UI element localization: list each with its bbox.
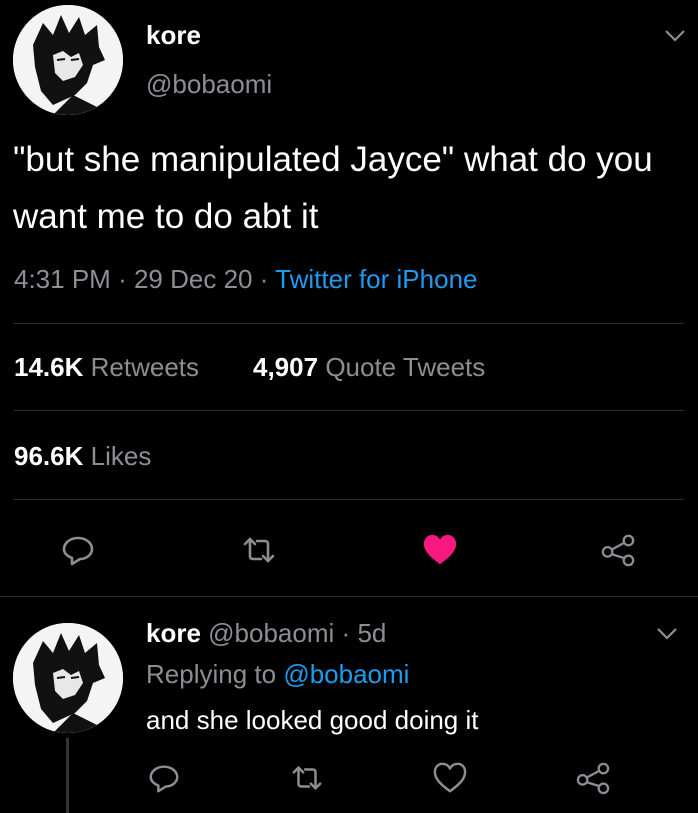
heart-filled-icon[interactable] [422,532,458,568]
tweet-time: 4:31 PM [14,264,111,294]
retweet-icon[interactable] [241,532,277,568]
avatar[interactable] [13,5,123,115]
reply-icon[interactable] [146,760,182,796]
divider [14,323,684,324]
quote-tweets-count: 4,907 [253,352,319,382]
share-icon[interactable] [600,532,636,568]
handle[interactable]: @bobaomi [146,69,272,100]
display-name[interactable]: kore [146,20,201,51]
reply-display-name[interactable]: kore [146,618,201,648]
replying-to-label: Replying to [146,659,277,689]
chevron-down-icon[interactable] [656,627,678,641]
retweet-icon[interactable] [289,760,325,796]
reply-avatar[interactable] [13,623,123,733]
tweet-meta: 4:31 PM · 29 Dec 20 · Twitter for iPhone [14,264,477,295]
divider [14,499,684,500]
divider [14,410,684,411]
meta-separator: · [341,618,351,648]
chevron-down-icon[interactable] [664,29,686,43]
tweet-source-link[interactable]: Twitter for iPhone [275,264,477,294]
replying-to-handle[interactable]: @bobaomi [283,659,409,689]
retweets-label: Retweets [90,352,200,382]
quote-tweets-label: Quote Tweets [325,352,486,382]
reply-header: kore @bobaomi · 5d [146,618,386,649]
reply-text: and she looked good doing it [146,705,479,735]
meta-separator: · [259,264,269,294]
retweets-stat[interactable]: 14.6K Retweets [14,352,199,383]
reply-handle[interactable]: @bobaomi [208,618,334,648]
likes-stat[interactable]: 96.6K Likes [14,441,151,472]
replying-to: Replying to @bobaomi [146,659,409,690]
meta-separator: · [118,264,127,294]
reply-age[interactable]: 5d [357,618,386,648]
heart-outline-icon[interactable] [432,760,468,796]
likes-count: 96.6K [14,441,84,471]
likes-label: Likes [90,441,152,471]
divider [0,596,698,597]
share-icon[interactable] [575,760,611,796]
retweets-count: 14.6K [14,352,84,382]
quote-tweets-stat[interactable]: 4,907 Quote Tweets [253,352,485,383]
reply-icon[interactable] [60,532,96,568]
tweet-text: "but she manipulated Jayce" what do you … [13,140,653,236]
tweet-date: 29 Dec 20 [133,264,253,294]
thread-line [66,738,69,813]
